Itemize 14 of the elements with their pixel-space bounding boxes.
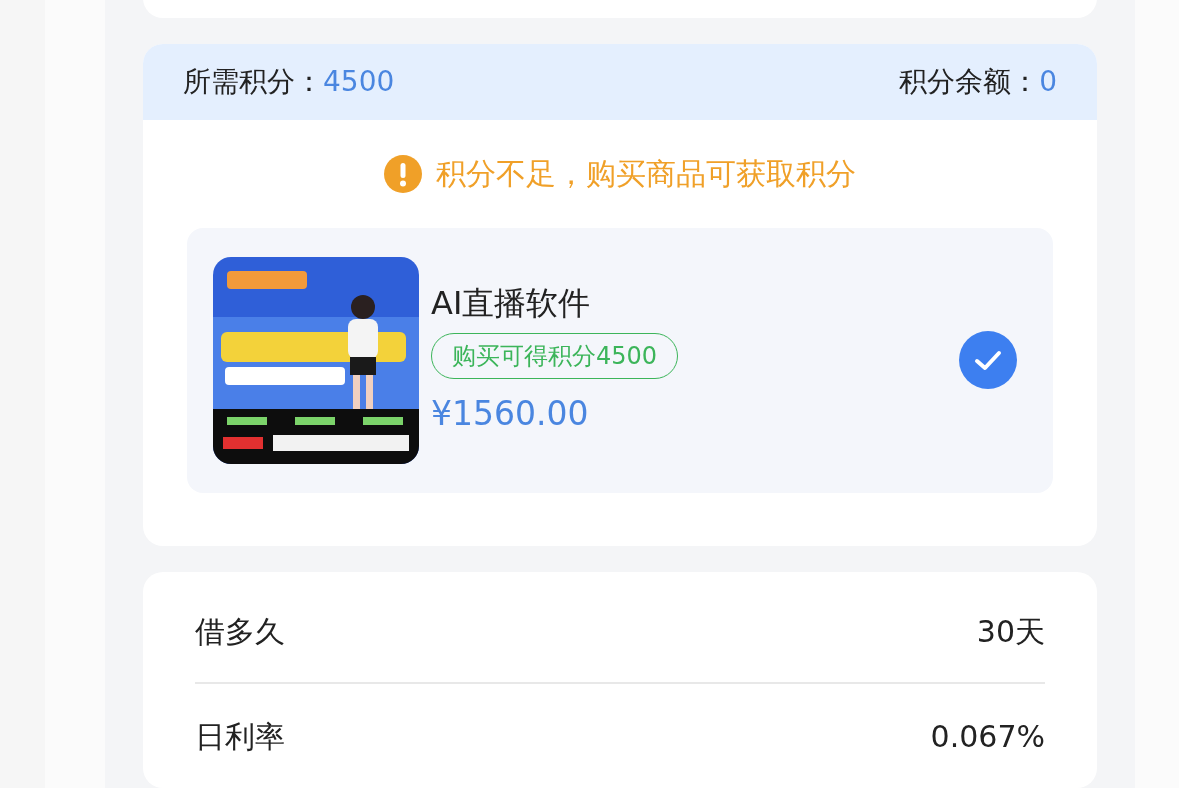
warning-icon: [384, 154, 422, 193]
checkmark-icon[interactable]: [959, 331, 1017, 390]
balance-label: 积分余额：: [899, 63, 1040, 100]
row-label: 日利率: [195, 717, 285, 756]
product-name: AI直播软件: [431, 282, 591, 323]
balance-value: 0: [1039, 63, 1057, 100]
product-card[interactable]: AI直播软件 购买可得积分4500 ¥1560.00: [187, 227, 1053, 493]
required-points-label: 所需积分：: [183, 63, 323, 100]
product-price: ¥1560.00: [431, 392, 589, 435]
warning-message: 积分不足，购买商品可获取积分: [436, 155, 856, 194]
row-value: 30天: [976, 612, 1045, 651]
required-points-value: 4500: [323, 63, 395, 100]
row-label: 借多久: [195, 612, 285, 651]
row-value: 0.067%: [930, 717, 1045, 756]
